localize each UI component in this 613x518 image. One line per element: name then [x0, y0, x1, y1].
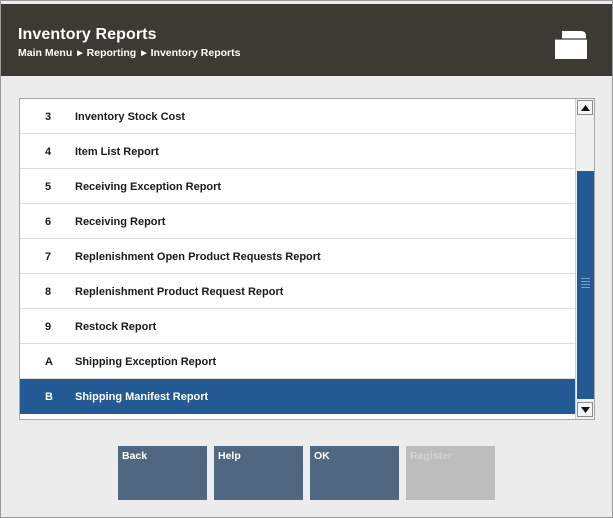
register-button[interactable]: Register	[406, 446, 495, 500]
list-item-key: B	[45, 391, 53, 403]
list-item[interactable]: 4 Item List Report	[20, 134, 575, 169]
list-item-key: 8	[45, 286, 52, 298]
list-item-label: Shipping Manifest Report	[75, 391, 209, 403]
arrow-down-icon	[581, 407, 590, 413]
breadcrumb-item-inventory-reports: Inventory Reports	[150, 47, 241, 59]
report-list: 3 Inventory Stock Cost 4 Item List Report 5 R…	[19, 98, 595, 420]
list-item[interactable]: 5 Receiving Exception Report	[20, 169, 575, 204]
scroll-down-button[interactable]	[577, 402, 593, 417]
scroll-thumb[interactable]	[577, 171, 594, 399]
list-item-label: Receiving Report	[75, 216, 166, 228]
list-item-label: Item List Report	[75, 146, 159, 158]
list-item[interactable]: A Shipping Exception Report	[20, 344, 575, 379]
list-item[interactable]: 3 Inventory Stock Cost	[20, 99, 575, 134]
back-button[interactable]: Back	[118, 446, 207, 500]
list-item-label: Replenishment Product Request Report	[75, 286, 284, 298]
list-item-key: 7	[45, 251, 52, 263]
list-item-key: 3	[45, 111, 52, 123]
breadcrumb-item-main-menu: Main Menu	[18, 47, 73, 59]
list-item-key: 4	[45, 146, 52, 158]
grip-icon	[581, 278, 590, 290]
list-item[interactable]: 6 Receiving Report	[20, 204, 575, 239]
list-item[interactable]: 8 Replenishment Product Request Report	[20, 274, 575, 309]
scroll-up-button[interactable]	[577, 100, 593, 115]
triangle-right-icon: ▶	[141, 50, 147, 57]
arrow-up-icon	[581, 105, 590, 111]
list-item[interactable]: B Shipping Manifest Report	[20, 379, 575, 414]
breadcrumb: Main Menu ▶ Reporting ▶ Inventory Reports	[18, 47, 240, 59]
list-item-label: Restock Report	[75, 321, 157, 333]
list-item-label: Shipping Exception Report	[75, 356, 217, 368]
breadcrumb-item-reporting: Reporting	[86, 47, 137, 59]
folder-icon	[554, 31, 587, 59]
page-title: Inventory Reports	[18, 26, 157, 43]
list-item-key: 5	[45, 181, 52, 193]
ok-button[interactable]: OK	[310, 446, 399, 500]
list-item[interactable]: 9 Restock Report	[20, 309, 575, 344]
list-item-label: Inventory Stock Cost	[75, 111, 186, 123]
list-item-key: 9	[45, 321, 52, 333]
list-item[interactable]: 7 Replenishment Open Product Requests Rep…	[20, 239, 575, 274]
list-item-label: Receiving Exception Report	[75, 181, 222, 193]
list-item-key: A	[45, 356, 53, 368]
help-button[interactable]: Help	[214, 446, 303, 500]
header-bar: Inventory Reports Main Menu ▶ Reporting ▶ In…	[1, 4, 612, 76]
triangle-right-icon: ▶	[77, 50, 83, 57]
list-item-label: Replenishment Open Product Requests Repo…	[75, 251, 321, 263]
list-item-key: 6	[45, 216, 52, 228]
inventory-reports-window: Inventory Reports Main Menu ▶ Reporting ▶ In…	[0, 0, 613, 518]
scrollbar[interactable]	[575, 99, 594, 419]
